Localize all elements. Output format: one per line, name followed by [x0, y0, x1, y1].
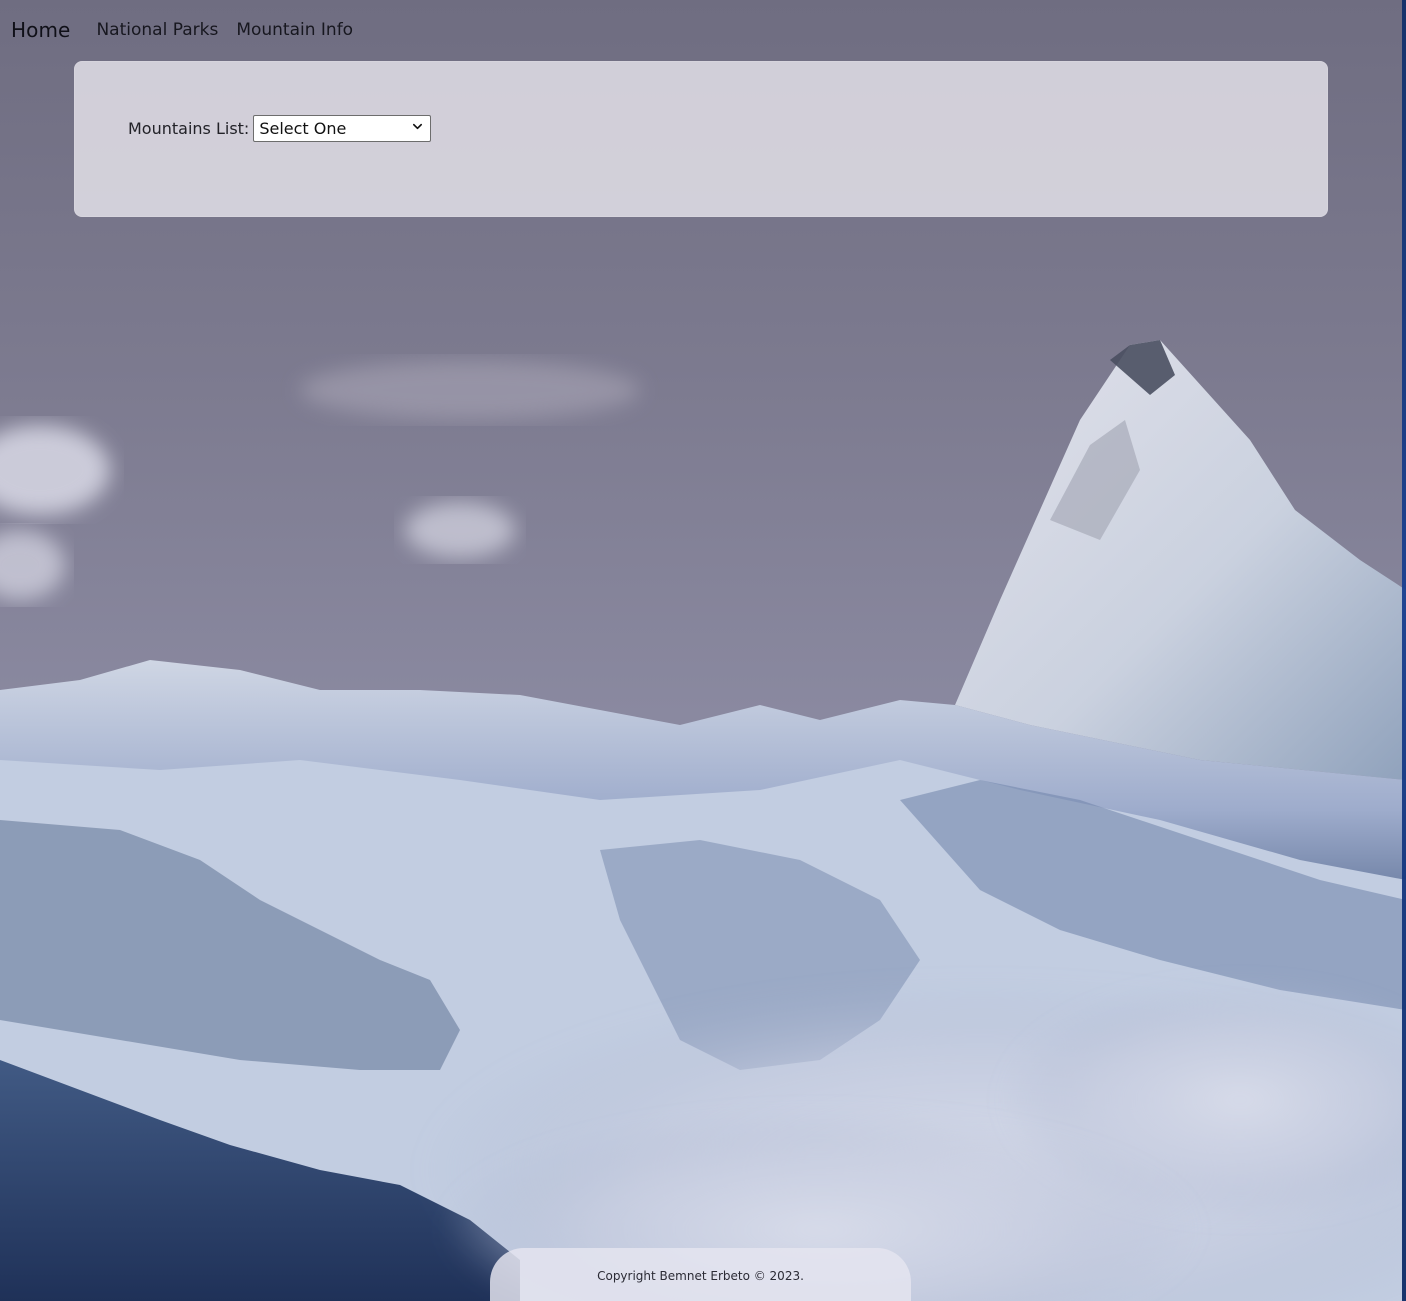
top-nav: Home National Parks Mountain Info [0, 0, 1400, 60]
right-edge-strip [1402, 0, 1406, 1301]
mountains-panel: Mountains List: Select One [74, 61, 1328, 217]
selected-option-text: Select One [259, 119, 347, 138]
chevron-down-icon [413, 123, 423, 130]
nav-link-mountain-info[interactable]: Mountain Info [236, 20, 353, 40]
nav-link-national-parks[interactable]: National Parks [96, 20, 218, 40]
copyright-text: Copyright Bemnet Erbeto © 2023. [597, 1269, 804, 1283]
mountains-list-select[interactable]: Select One [253, 115, 432, 142]
mountains-filter-row: Mountains List: Select One [128, 115, 432, 142]
nav-brand-home[interactable]: Home [11, 20, 70, 40]
mountains-list-label: Mountains List: [128, 119, 250, 138]
site-footer: Copyright Bemnet Erbeto © 2023. [490, 1248, 911, 1301]
